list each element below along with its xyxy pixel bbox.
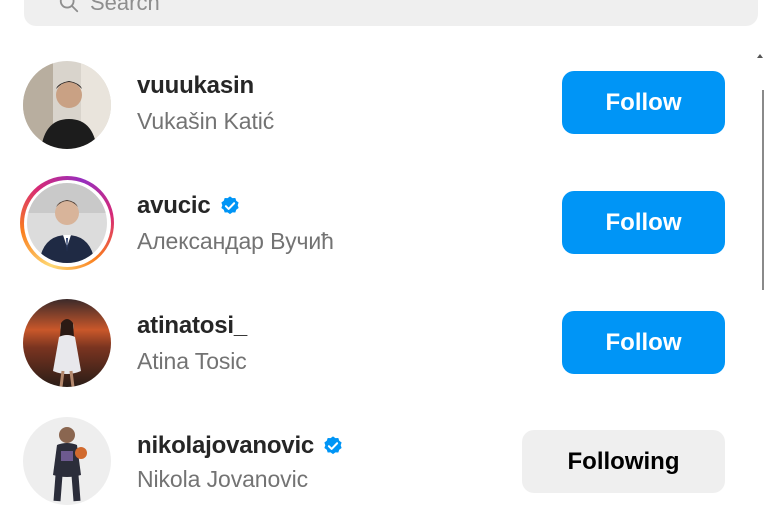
verified-badge-icon [324,436,342,455]
user-row-avucic[interactable]: avucic Александар Вучић Follow [0,168,760,278]
avatar[interactable] [20,176,114,270]
scroll-thumb[interactable] [762,90,764,290]
avatar-image [23,61,111,149]
user-suggestions-page: Search vuuukasin Vukašin Katić Follow av… [0,0,765,510]
avatar[interactable] [20,296,114,390]
avatar-image [27,183,107,263]
user-row-nikolajovanovic[interactable]: nikolajovanovic Nikola Jovanovic Followi… [0,408,760,510]
full-name: Nikola Jovanovic [137,466,308,492]
user-row-atinatosi[interactable]: atinatosi_ Atina Tosic Follow [0,288,760,398]
following-button[interactable]: Following [522,430,725,493]
username-text[interactable]: atinatosi_ [137,312,247,340]
search-icon [59,0,79,13]
avatar-image [23,299,111,387]
story-ring[interactable] [20,176,114,270]
follow-button[interactable]: Follow [562,191,725,254]
follow-button[interactable]: Follow [562,311,725,374]
username-text[interactable]: avucic [137,192,211,220]
username[interactable]: avucic [137,192,241,220]
search-bar[interactable]: Search [24,0,758,26]
full-name: Atina Tosic [137,348,247,374]
username[interactable]: atinatosi_ [137,312,247,340]
avatar[interactable] [20,414,114,508]
full-name: Vukašin Katić [137,108,275,134]
avatar-image [23,417,111,505]
follow-button[interactable]: Follow [562,71,725,134]
verified-badge-icon [220,196,239,215]
username[interactable]: vuuukasin [137,72,254,100]
username[interactable]: nikolajovanovic [137,432,344,460]
search-placeholder: Search [90,0,160,15]
avatar[interactable] [20,58,114,152]
username-text[interactable]: vuuukasin [137,72,254,100]
username-text[interactable]: nikolajovanovic [137,432,314,460]
full-name: Александар Вучић [137,228,334,254]
user-row-vuuukasin[interactable]: vuuukasin Vukašin Katić Follow [0,48,760,158]
